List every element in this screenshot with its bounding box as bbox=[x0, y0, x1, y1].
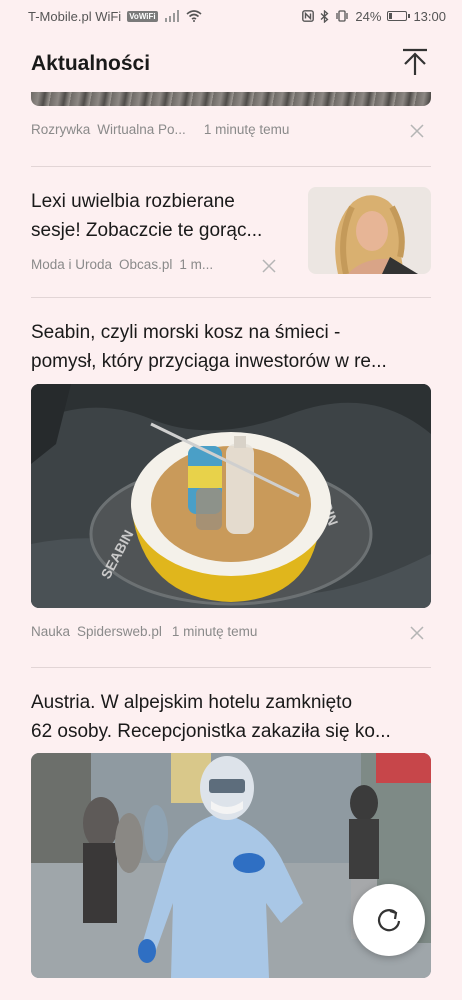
category-label: Nauka bbox=[31, 624, 71, 639]
article-headline[interactable]: Lexi uwielbia rozbierane sesje! Zobaczci… bbox=[31, 187, 262, 245]
article-thumbnail[interactable] bbox=[308, 187, 431, 274]
close-icon[interactable] bbox=[409, 123, 425, 139]
close-icon[interactable] bbox=[409, 625, 425, 641]
headline-line: Seabin, czyli morski kosz na śmieci - bbox=[31, 322, 341, 343]
article-headline[interactable]: Seabin, czyli morski kosz na śmieci - po… bbox=[31, 318, 387, 376]
battery-percent: 24% bbox=[355, 8, 382, 24]
app-header: Aktualności bbox=[0, 40, 462, 88]
article-image[interactable]: SEABIN BIN bbox=[31, 384, 431, 608]
woman-portrait-image bbox=[308, 187, 431, 274]
refresh-icon bbox=[377, 909, 401, 932]
signal-icon bbox=[164, 10, 179, 22]
headline-line: pomysł, który przyciąga inwestorów w re.… bbox=[31, 351, 387, 372]
article-meta: Rozrywka Wirtualna Po... 1 minutę temu bbox=[31, 122, 296, 137]
category-label: Rozrywka bbox=[31, 122, 91, 137]
category-label: Moda i Uroda bbox=[31, 257, 113, 272]
close-icon[interactable] bbox=[261, 258, 277, 274]
vibrate-icon bbox=[336, 10, 349, 22]
headline-line: Lexi uwielbia rozbierane bbox=[31, 191, 235, 212]
carrier-label: T-Mobile.pl WiFi bbox=[28, 8, 122, 24]
article-meta: Moda i Uroda Obcas.pl 1 m... bbox=[31, 257, 220, 272]
bluetooth-icon bbox=[320, 9, 329, 23]
source-label: Obcas.pl bbox=[119, 257, 173, 272]
divider bbox=[31, 166, 431, 167]
status-bar: T-Mobile.pl WiFi VoWiFi 24% 13:00 bbox=[0, 0, 462, 32]
article-meta: Nauka Spidersweb.pl 1 minutę temu bbox=[31, 624, 264, 639]
time-label: 1 minutę temu bbox=[171, 624, 258, 639]
divider bbox=[31, 297, 431, 298]
headline-line: Austria. W alpejskim hotelu zamknięto bbox=[31, 692, 353, 713]
time-label: 1 minutę temu bbox=[203, 122, 290, 137]
seabin-image: SEABIN BIN bbox=[31, 384, 431, 608]
time-label: 1 m... bbox=[179, 257, 214, 272]
headline-line: 62 osoby. Recepcjonistka zakaziła się ko… bbox=[31, 721, 391, 742]
source-label: Wirtualna Po... bbox=[97, 122, 186, 137]
clock: 13:00 bbox=[413, 8, 446, 24]
headline-line: sesje! Zobaczcie te gorąc... bbox=[31, 220, 263, 241]
page-title: Aktualności bbox=[31, 52, 151, 75]
article-image[interactable] bbox=[31, 92, 431, 106]
arrow-up-to-top-icon[interactable] bbox=[399, 46, 431, 78]
source-label: Spidersweb.pl bbox=[77, 624, 162, 639]
nfc-icon bbox=[302, 10, 315, 22]
refresh-button[interactable] bbox=[353, 884, 425, 956]
article-headline[interactable]: Austria. W alpejskim hotelu zamknięto 62… bbox=[31, 688, 391, 746]
wifi-icon bbox=[186, 10, 202, 22]
vowifi-badge: VoWiFi bbox=[127, 10, 158, 22]
battery-icon bbox=[387, 11, 411, 21]
divider bbox=[31, 667, 431, 668]
